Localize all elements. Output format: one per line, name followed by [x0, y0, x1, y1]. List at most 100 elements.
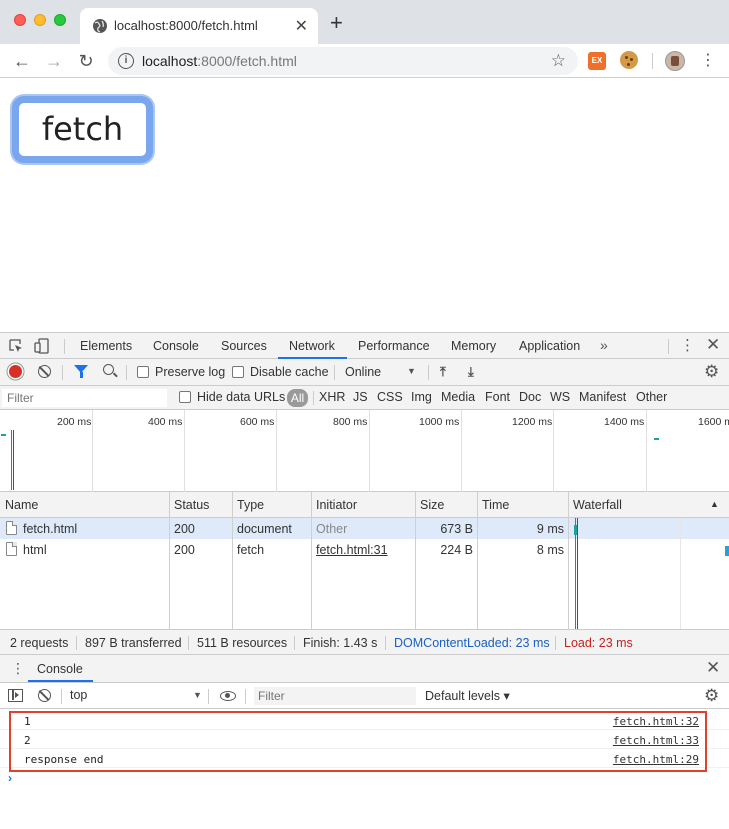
back-arrow-icon[interactable]: ←	[11, 50, 33, 72]
drawer-close-icon[interactable]: ✕	[706, 658, 720, 678]
overview-gridline	[369, 410, 370, 492]
record-icon[interactable]	[9, 365, 22, 378]
annotation-highlight-box	[9, 711, 707, 772]
filter-type-font[interactable]: Font	[485, 390, 510, 404]
overview-tick-label: 1600 ms	[698, 416, 729, 428]
import-har-icon[interactable]: ⤒	[440, 364, 446, 380]
console-sidebar-icon[interactable]	[8, 689, 23, 702]
filter-type-css[interactable]: CSS	[377, 390, 403, 404]
column-divider	[232, 492, 233, 518]
address-bar[interactable]: i localhost:8000/fetch.html ☆	[108, 47, 578, 75]
toolbar-divider	[428, 365, 429, 380]
throttling-select[interactable]: Online	[345, 365, 381, 379]
request-initiator-link[interactable]: fetch.html:31	[316, 543, 388, 557]
console-toolbar: top ▼ Default levels ▾ ⚙	[0, 683, 729, 709]
tab-elements[interactable]: Elements	[80, 339, 132, 353]
reload-icon[interactable]: ↻	[75, 50, 97, 72]
tab-close-icon[interactable]: ✕	[295, 16, 308, 36]
request-size: 224 B	[440, 543, 473, 557]
tab-performance[interactable]: Performance	[358, 339, 430, 353]
column-header-initiator[interactable]: Initiator	[316, 498, 357, 512]
column-header-type[interactable]: Type	[237, 498, 264, 512]
drawer-menu-icon[interactable]: ⋮	[11, 660, 25, 677]
filter-type-all[interactable]: All	[287, 389, 308, 407]
filter-type-other[interactable]: Other	[636, 390, 667, 404]
column-header-waterfall[interactable]: Waterfall	[573, 498, 622, 512]
filter-type-xhr[interactable]: XHR	[319, 390, 345, 404]
filter-type-media[interactable]: Media	[441, 390, 475, 404]
url-text[interactable]: localhost:8000/fetch.html	[142, 53, 297, 69]
console-output[interactable]: 1 fetch.html:32 2 fetch.html:33 response…	[0, 709, 729, 829]
device-toolbar-icon[interactable]	[34, 338, 50, 354]
filter-icon[interactable]	[74, 365, 88, 378]
search-icon[interactable]	[103, 364, 114, 375]
sort-ascending-icon[interactable]: ▲	[710, 499, 719, 509]
devtools-close-icon[interactable]: ✕	[706, 335, 720, 355]
export-har-icon[interactable]: ⤓	[468, 364, 474, 380]
maximize-window-button[interactable]	[54, 14, 66, 26]
clear-icon[interactable]	[38, 365, 51, 378]
toolbar-divider	[652, 53, 653, 69]
filter-type-img[interactable]: Img	[411, 390, 432, 404]
browser-toolbar: ← → ↻ i localhost:8000/fetch.html ☆ EX ⋮	[0, 44, 729, 78]
log-levels-select[interactable]: Default levels ▾	[425, 688, 510, 703]
column-header-status[interactable]: Status	[174, 498, 209, 512]
clear-console-icon[interactable]	[38, 689, 51, 702]
request-row[interactable]: html 200 fetch fetch.html:31 224 B 8 ms	[0, 539, 729, 560]
live-expression-eye-icon[interactable]	[220, 691, 236, 701]
browser-menu-icon[interactable]: ⋮	[700, 50, 716, 72]
console-filter-input[interactable]	[254, 687, 416, 705]
new-tab-button[interactable]: +	[330, 12, 343, 34]
summary-resources: 511 B resources	[197, 636, 288, 650]
hide-data-urls-checkbox[interactable]	[179, 391, 191, 403]
devtools-menu-icon[interactable]: ⋮	[680, 336, 695, 354]
overview-gridline	[461, 410, 462, 492]
browser-tab[interactable]: localhost:8000/fetch.html ✕	[80, 8, 318, 44]
console-prompt-icon[interactable]: ›	[8, 771, 12, 785]
preserve-log-checkbox[interactable]	[137, 366, 149, 378]
filter-type-manifest[interactable]: Manifest	[579, 390, 626, 404]
column-header-time[interactable]: Time	[482, 498, 509, 512]
hide-data-urls-label: Hide data URLs	[197, 390, 286, 404]
request-grid-header: Name Status Type Initiator Size Time Wat…	[0, 492, 729, 518]
tab-sources[interactable]: Sources	[221, 339, 267, 353]
request-row[interactable]: fetch.html 200 document Other 673 B 9 ms	[0, 518, 729, 539]
filter-divider	[313, 391, 314, 405]
info-icon[interactable]: i	[118, 53, 134, 69]
console-settings-gear-icon[interactable]: ⚙	[704, 686, 719, 706]
fetch-button[interactable]: fetch	[12, 96, 153, 163]
filter-type-ws[interactable]: WS	[550, 390, 570, 404]
globe-icon	[93, 19, 107, 33]
column-divider	[169, 518, 170, 629]
disable-cache-checkbox[interactable]	[232, 366, 244, 378]
profile-avatar[interactable]	[665, 51, 685, 71]
drawer-tab-console[interactable]: Console	[37, 662, 83, 676]
bookmark-star-icon[interactable]: ☆	[551, 51, 566, 71]
filter-type-js[interactable]: JS	[353, 390, 368, 404]
inspect-element-icon[interactable]	[8, 338, 24, 354]
forward-arrow-icon[interactable]: →	[43, 50, 65, 72]
waterfall-bar	[725, 546, 729, 556]
preserve-log-label: Preserve log	[155, 365, 226, 379]
tab-console[interactable]: Console	[153, 339, 199, 353]
cookie-extension-icon[interactable]	[620, 51, 638, 69]
network-settings-gear-icon[interactable]: ⚙	[704, 362, 719, 382]
filter-type-doc[interactable]: Doc	[519, 390, 541, 404]
network-overview[interactable]: 200 ms 400 ms 600 ms 800 ms 1000 ms 1200…	[0, 410, 729, 492]
network-filter-input[interactable]	[2, 389, 167, 407]
tab-network[interactable]: Network	[289, 339, 335, 353]
browser-titlebar: localhost:8000/fetch.html ✕ +	[0, 0, 729, 44]
request-type: fetch	[237, 543, 265, 557]
more-tabs-icon[interactable]: »	[600, 337, 608, 353]
close-window-button[interactable]	[14, 14, 26, 26]
column-header-name[interactable]: Name	[5, 498, 38, 512]
execution-context-select[interactable]: top	[70, 688, 87, 702]
toolbar-divider	[126, 365, 127, 380]
overview-tick-label: 200 ms	[57, 416, 92, 428]
tab-memory[interactable]: Memory	[451, 339, 496, 353]
overview-gridline	[92, 410, 93, 492]
extension-icon[interactable]: EX	[588, 52, 606, 70]
minimize-window-button[interactable]	[34, 14, 46, 26]
column-header-size[interactable]: Size	[420, 498, 444, 512]
tab-application[interactable]: Application	[519, 339, 580, 353]
